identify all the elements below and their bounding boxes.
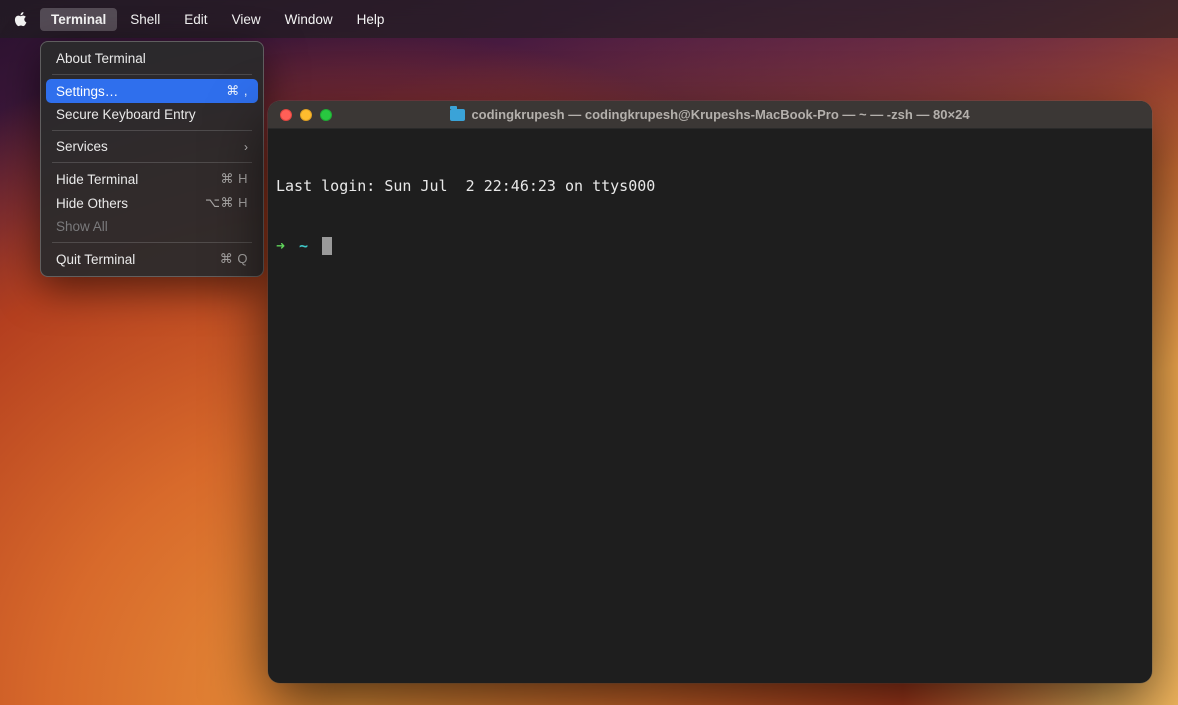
apple-menu-icon[interactable] <box>10 8 32 30</box>
menu-shell[interactable]: Shell <box>119 8 171 31</box>
menu-separator <box>52 74 252 75</box>
menu-services[interactable]: Services › <box>46 135 258 158</box>
desktop: Terminal Shell Edit View Window Help Abo… <box>0 0 1178 705</box>
menu-about-terminal[interactable]: About Terminal <box>46 47 258 70</box>
menu-item-label: About Terminal <box>56 51 146 66</box>
menu-hide-terminal[interactable]: Hide Terminal ⌘ H <box>46 167 258 191</box>
menubar: Terminal Shell Edit View Window Help <box>0 0 1178 38</box>
menu-secure-keyboard[interactable]: Secure Keyboard Entry <box>46 103 258 126</box>
zoom-button[interactable] <box>320 109 332 121</box>
menu-edit[interactable]: Edit <box>173 8 218 31</box>
menu-quit-terminal[interactable]: Quit Terminal ⌘ Q <box>46 247 258 271</box>
window-title-text: codingkrupesh — codingkrupesh@Krupeshs-M… <box>471 107 969 122</box>
terminal-body[interactable]: Last login: Sun Jul 2 22:46:23 on ttys00… <box>268 129 1152 683</box>
menu-separator <box>52 242 252 243</box>
menu-terminal[interactable]: Terminal <box>40 8 117 31</box>
terminal-window[interactable]: codingkrupesh — codingkrupesh@Krupeshs-M… <box>268 101 1152 683</box>
menu-item-label: Services <box>56 139 108 154</box>
menu-item-label: Quit Terminal <box>56 252 135 267</box>
terminal-menu-dropdown: About Terminal Settings… ⌘ , Secure Keyb… <box>40 41 264 277</box>
folder-icon <box>450 109 465 121</box>
terminal-prompt: ➜ ~ <box>276 236 1144 256</box>
prompt-cwd: ~ <box>299 236 308 256</box>
window-title: codingkrupesh — codingkrupesh@Krupeshs-M… <box>268 107 1152 122</box>
menu-shortcut: ⌥⌘ H <box>205 195 248 211</box>
menu-shortcut: ⌘ H <box>221 171 249 187</box>
chevron-right-icon: › <box>244 140 248 154</box>
terminal-line: Last login: Sun Jul 2 22:46:23 on ttys00… <box>276 176 1144 196</box>
menu-item-label: Secure Keyboard Entry <box>56 107 196 122</box>
menu-separator <box>52 130 252 131</box>
menu-window[interactable]: Window <box>274 8 344 31</box>
terminal-cursor <box>322 237 332 255</box>
menu-item-label: Show All <box>56 219 108 234</box>
traffic-lights <box>280 109 332 121</box>
menu-item-label: Hide Others <box>56 196 128 211</box>
menu-hide-others[interactable]: Hide Others ⌥⌘ H <box>46 191 258 215</box>
menu-separator <box>52 162 252 163</box>
menu-settings[interactable]: Settings… ⌘ , <box>46 79 258 103</box>
minimize-button[interactable] <box>300 109 312 121</box>
menu-shortcut: ⌘ Q <box>220 251 248 267</box>
window-titlebar[interactable]: codingkrupesh — codingkrupesh@Krupeshs-M… <box>268 101 1152 129</box>
menu-item-label: Hide Terminal <box>56 172 138 187</box>
menu-view[interactable]: View <box>221 8 272 31</box>
menu-item-label: Settings… <box>56 84 118 99</box>
menu-shortcut: ⌘ , <box>226 83 248 99</box>
close-button[interactable] <box>280 109 292 121</box>
menu-help[interactable]: Help <box>346 8 396 31</box>
prompt-arrow-icon: ➜ <box>276 236 285 256</box>
menu-show-all: Show All <box>46 215 258 238</box>
